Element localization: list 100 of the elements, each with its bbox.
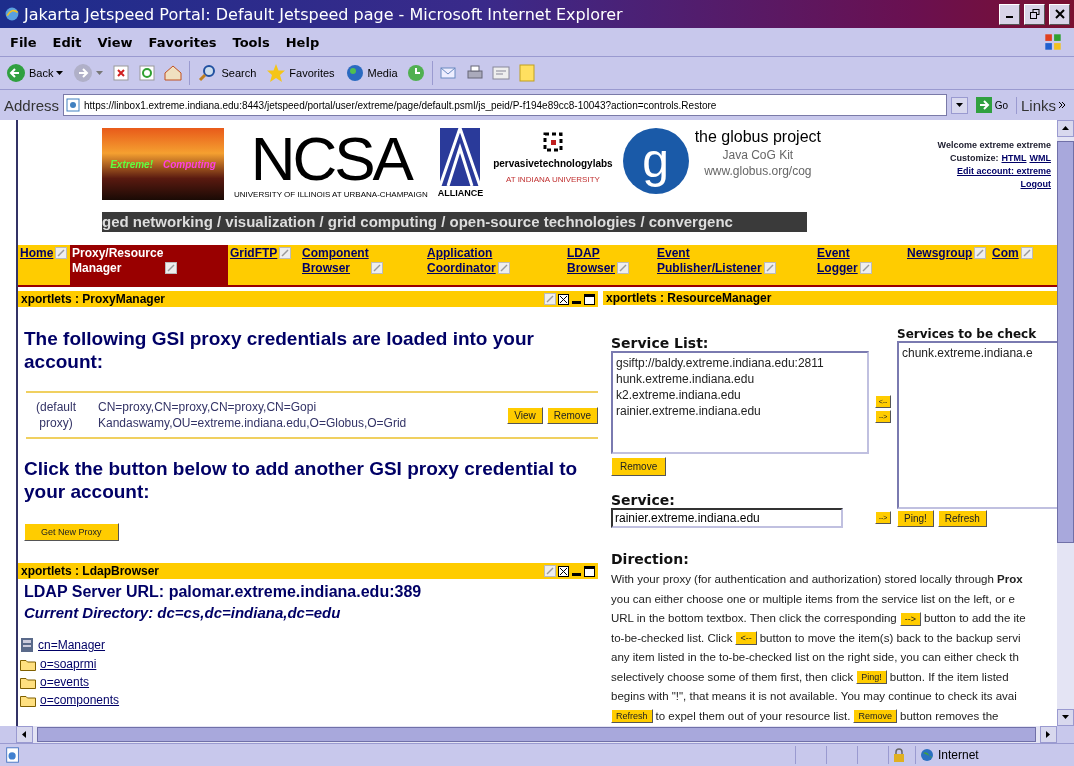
links-button[interactable]: Links (1015, 96, 1070, 114)
menu-item[interactable]: View (97, 34, 133, 50)
globe-icon (920, 748, 934, 762)
credential-name: (default proxy) (35, 399, 77, 431)
edit-account-link[interactable]: Edit account: extreme (956, 166, 1051, 176)
inline-button[interactable]: Refresh (611, 709, 653, 724)
directory-entry-link[interactable]: o=events (40, 675, 90, 689)
close-icon[interactable] (558, 293, 569, 305)
service-item[interactable]: chunk.extreme.indiana.e (902, 345, 1057, 361)
service-item[interactable]: k2.extreme.indiana.edu (616, 387, 864, 403)
media-button[interactable]: Media (342, 63, 400, 83)
browser-icon (4, 6, 20, 22)
globus-title: the globus project (694, 128, 821, 146)
close-icon[interactable] (558, 565, 569, 577)
direction-text: button to add the ite (924, 611, 1026, 626)
inline-button[interactable]: --> (899, 611, 921, 626)
logout-link[interactable]: Logout (1020, 179, 1051, 189)
services-to-check-list[interactable]: chunk.extreme.indiana.e (897, 341, 1057, 509)
service-input[interactable]: rainier.extreme.indiana.edu (611, 508, 843, 528)
address-field[interactable]: https://linbox1.extreme.indiana.edu:8443/jetspeed/portal/user/extreme/page/default.psml/js_peid/P-f194e89cc8-10043?action=controls.Restore (63, 94, 947, 116)
scroll-right-icon[interactable] (1046, 731, 1051, 738)
direction-text: button to move the item(s) back to the backup servi (759, 630, 1021, 646)
history-icon[interactable] (405, 63, 426, 83)
minimize-button[interactable] (999, 3, 1020, 25)
ptl-logo-icon (542, 132, 563, 152)
scroll-down-icon[interactable] (1062, 715, 1069, 720)
scroll-left-icon[interactable] (22, 731, 27, 738)
favorites-button[interactable]: Favorites (264, 63, 337, 83)
caret-icon (955, 102, 963, 108)
horizontal-scrollbar[interactable] (16, 726, 1057, 743)
restore-button[interactable] (1024, 3, 1045, 25)
zone-label: Internet (938, 748, 979, 762)
menu-item[interactable]: Help (285, 34, 320, 50)
scroll-up-icon[interactable] (1062, 126, 1069, 131)
close-button[interactable] (1049, 3, 1070, 25)
service-item[interactable]: hunk.extreme.indiana.edu (616, 371, 864, 387)
star-icon (266, 63, 287, 83)
back-button[interactable]: Back (4, 63, 66, 83)
direction-text: With your proxy (for authentication and authorization) stored locally through Prox (611, 572, 1023, 587)
menu-item[interactable]: Tools (232, 34, 270, 50)
home-icon[interactable] (163, 63, 184, 83)
service-item[interactable]: rainier.extreme.indiana.edu (616, 403, 864, 419)
direction-text: button. If the item listed (889, 669, 1009, 685)
section-heading: The following GSI proxy credentials are loaded into your account: (23, 327, 535, 373)
forward-button[interactable] (71, 63, 106, 83)
stop-icon[interactable] (111, 63, 132, 83)
edit-icon[interactable] (165, 262, 178, 274)
refresh-button[interactable]: Refresh (937, 510, 987, 527)
portlet-title: xportlets : ResourceManager (606, 291, 773, 305)
remove-button[interactable]: Remove (611, 457, 667, 476)
credential-button[interactable]: Remove (546, 406, 598, 424)
wml-link[interactable]: WML (1029, 153, 1051, 163)
alliance-logo-icon (440, 128, 481, 186)
maximize-icon[interactable] (584, 565, 595, 577)
direction-text: any item listed in the to-be-checked list on the right side, you can either check th (611, 650, 1019, 665)
folder-icon (20, 675, 36, 689)
search-button[interactable]: Search (196, 63, 259, 83)
windows-flag-icon (1042, 31, 1064, 53)
direction-text: to expel them out of your resource list. (655, 708, 851, 724)
caret-icon (56, 70, 64, 76)
globus-logo: g (622, 128, 689, 194)
menu-item[interactable]: Edit (52, 34, 82, 50)
service-item[interactable]: gsiftp://baldy.extreme.indiana.edu:2811 (616, 355, 864, 371)
ping-button[interactable]: Ping! (897, 510, 934, 527)
vertical-scrollbar[interactable] (1057, 120, 1074, 726)
direction-text: begins with "!", that means it is not available. You may continue to check its avai (611, 689, 1017, 704)
credential-button[interactable]: View (507, 406, 543, 424)
directory-entry-link[interactable]: o=components (40, 693, 120, 707)
inline-button[interactable]: Ping! (856, 670, 887, 685)
go-button[interactable]: Go (971, 97, 1012, 113)
minimize-icon (1006, 16, 1013, 18)
folder-icon (20, 693, 36, 707)
service-list-label: Service List: (611, 335, 710, 351)
dropdown-button[interactable] (950, 96, 968, 114)
directory-entry-link[interactable]: o=soaprmi (40, 657, 97, 671)
logo-subtitle: AT INDIANA UNIVERSITY (505, 175, 600, 184)
tagline-banner: ged networking / visualization / grid computing / open-source technologies / convergenc (102, 212, 807, 232)
inline-button[interactable]: Remove (853, 709, 897, 724)
page-icon (4, 746, 22, 764)
direction-heading: Direction: (611, 550, 689, 567)
inline-button[interactable]: <-- (735, 631, 757, 646)
get-new-proxy-button[interactable]: Get New Proxy (24, 523, 119, 541)
logo-subtitle: UNIVERSITY OF ILLINOIS AT URBANA-CHAMPAIGN (234, 190, 428, 199)
caret-icon (96, 70, 104, 76)
address-label: Address (4, 96, 60, 114)
services-to-check-label: Services to be check (897, 327, 1038, 341)
credential-dn: CN=proxy,CN=proxy,CN=proxy,CN=Gopi Kandaswamy,OU=extreme.indiana.edu,O=Globus,O=Grid (97, 399, 408, 431)
refresh-icon[interactable] (137, 63, 158, 83)
service-list[interactable]: gsiftp://baldy.extreme.indiana.edu:2811 hunk.extreme.indiana.edu k2.extreme.indiana.edu rainier.extreme.indiana.edu (611, 351, 869, 454)
html-link[interactable]: HTML (1001, 153, 1027, 163)
maximize-icon[interactable] (584, 293, 595, 305)
extreme-computing-logo: Extreme! Computing (102, 128, 224, 200)
server-icon (20, 637, 34, 653)
tab[interactable]: Proxy/Resource Manager (70, 245, 228, 285)
close-icon (1054, 9, 1065, 19)
chevron-icon (1058, 101, 1066, 109)
menu-item[interactable]: File (10, 34, 37, 50)
menu-item[interactable]: Favorites (148, 34, 217, 50)
direction-text: you can either choose one or multiple items from the service list on the left, or e (611, 591, 1015, 607)
directory-entry-link[interactable]: cn=Manager (38, 638, 106, 652)
